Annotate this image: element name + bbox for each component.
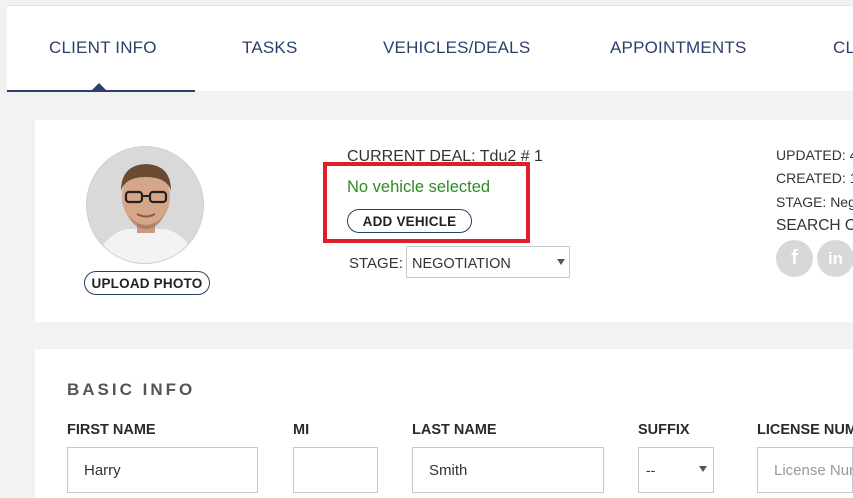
facebook-icon[interactable]: f <box>776 240 813 277</box>
tab-client-info[interactable]: CLIENT INFO <box>49 38 157 58</box>
suffix-label: SUFFIX <box>638 422 690 438</box>
stage-select[interactable]: NEGOTIATION <box>406 246 570 278</box>
current-deal-name[interactable]: Tdu2 # 1 <box>480 148 543 165</box>
license-number-field[interactable] <box>757 447 853 493</box>
mi-label: MI <box>293 422 310 438</box>
add-vehicle-button[interactable]: ADD VEHICLE <box>347 209 472 233</box>
avatar <box>86 146 204 264</box>
deal-card: UPLOAD PHOTO CURRENT DEAL: Tdu2 # 1 No v… <box>35 120 853 322</box>
meta-search: SEARCH O <box>776 217 853 234</box>
license-number-label: LICENSE NUM <box>757 422 853 438</box>
meta-created: CREATED: 1 <box>776 170 853 186</box>
vehicle-status: No vehicle selected <box>347 178 491 196</box>
last-name-label: LAST NAME <box>412 422 497 438</box>
person-photo-icon <box>87 147 203 263</box>
meta-stage: STAGE: Neg <box>776 194 853 210</box>
first-name-field[interactable] <box>67 447 258 493</box>
first-name-label: FIRST NAME <box>67 422 156 438</box>
basic-info-card: BASIC INFO FIRST NAME MI LAST NAME SUFFI… <box>35 349 853 498</box>
stage-label: STAGE: <box>349 255 403 272</box>
suffix-select[interactable]: -- <box>638 447 714 493</box>
section-title: BASIC INFO <box>67 380 196 399</box>
chevron-down-icon <box>557 259 565 265</box>
upload-photo-button[interactable]: UPLOAD PHOTO <box>84 271 210 295</box>
mi-field[interactable] <box>293 447 378 493</box>
tab-vehicles-deals[interactable]: VEHICLES/DEALS <box>383 38 530 58</box>
suffix-select-value: -- <box>646 462 656 478</box>
linkedin-icon[interactable]: in <box>817 240 853 277</box>
stage-select-value: NEGOTIATION <box>412 256 511 272</box>
last-name-field[interactable] <box>412 447 604 493</box>
tab-appointments[interactable]: APPOINTMENTS <box>610 38 747 58</box>
tab-tasks[interactable]: TASKS <box>242 38 297 58</box>
current-deal: CURRENT DEAL: Tdu2 # 1 <box>347 148 543 166</box>
chevron-down-icon <box>699 466 707 472</box>
tab-bar: CLIENT INFO TASKS VEHICLES/DEALS APPOINT… <box>7 5 853 92</box>
current-deal-label: CURRENT DEAL: <box>347 148 476 165</box>
active-tab-caret-icon <box>91 83 107 91</box>
meta-updated: UPDATED: 4 <box>776 147 853 163</box>
tab-cl[interactable]: CL <box>833 38 853 58</box>
